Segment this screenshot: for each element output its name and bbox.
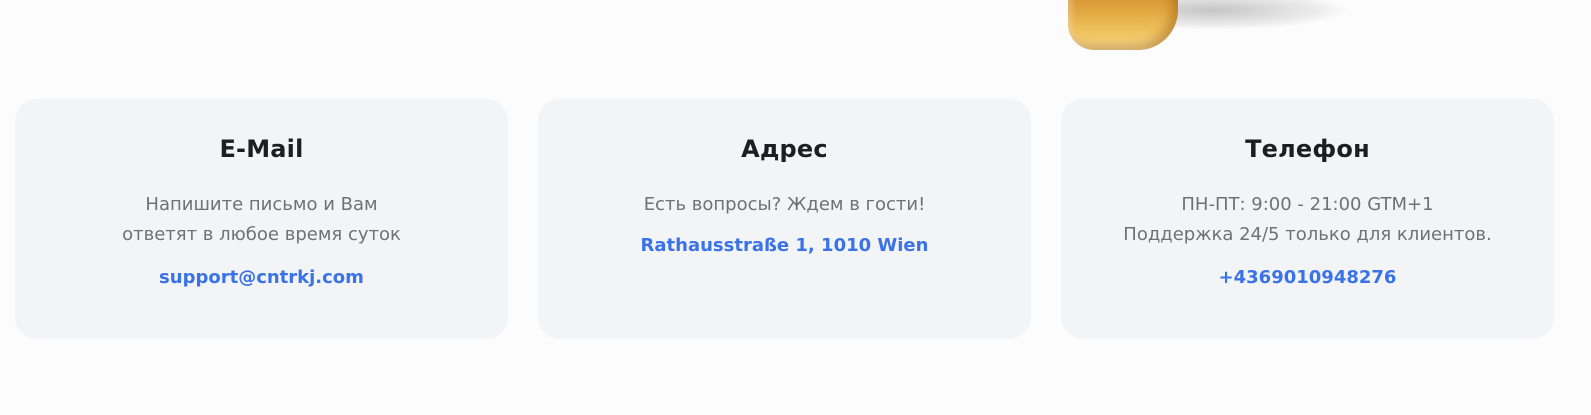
contact-card-email: E-Mail Напишите письмо и Вам ответят в л… [15,99,508,339]
card-description-address: Есть вопросы? Ждем в гости! [575,190,995,220]
card-description-phone: ПН-ПТ: 9:00 - 21:00 GTM+1 Поддержка 24/5… [1098,190,1518,250]
card-text-line: ответят в любое время суток [122,224,401,245]
card-text-line: Напишите письмо и Вам [145,194,378,215]
card-text-line: Поддержка 24/5 только для клиентов. [1123,224,1492,245]
card-title-phone: Телефон [1245,135,1370,163]
contact-card-address: Адрес Есть вопросы? Ждем в гости! Rathau… [538,99,1031,339]
contact-cards: E-Mail Напишите письмо и Вам ответят в л… [15,99,1554,339]
phone-link[interactable]: +4369010948276 [1219,263,1397,293]
address-link[interactable]: Rathausstraße 1, 1010 Wien [641,231,929,261]
card-title-address: Адрес [741,135,828,163]
email-link[interactable]: support@cntrkj.com [159,263,364,293]
card-text-line: ПН-ПТ: 9:00 - 21:00 GTM+1 [1181,194,1434,215]
decorative-hero-image [1060,0,1360,60]
card-title-email: E-Mail [219,135,304,163]
card-text-line: Есть вопросы? Ждем в гости! [643,194,926,215]
gold-shape-image [1068,0,1178,50]
contact-card-phone: Телефон ПН-ПТ: 9:00 - 21:00 GTM+1 Поддер… [1061,99,1554,339]
card-description-email: Напишите письмо и Вам ответят в любое вр… [52,190,472,250]
